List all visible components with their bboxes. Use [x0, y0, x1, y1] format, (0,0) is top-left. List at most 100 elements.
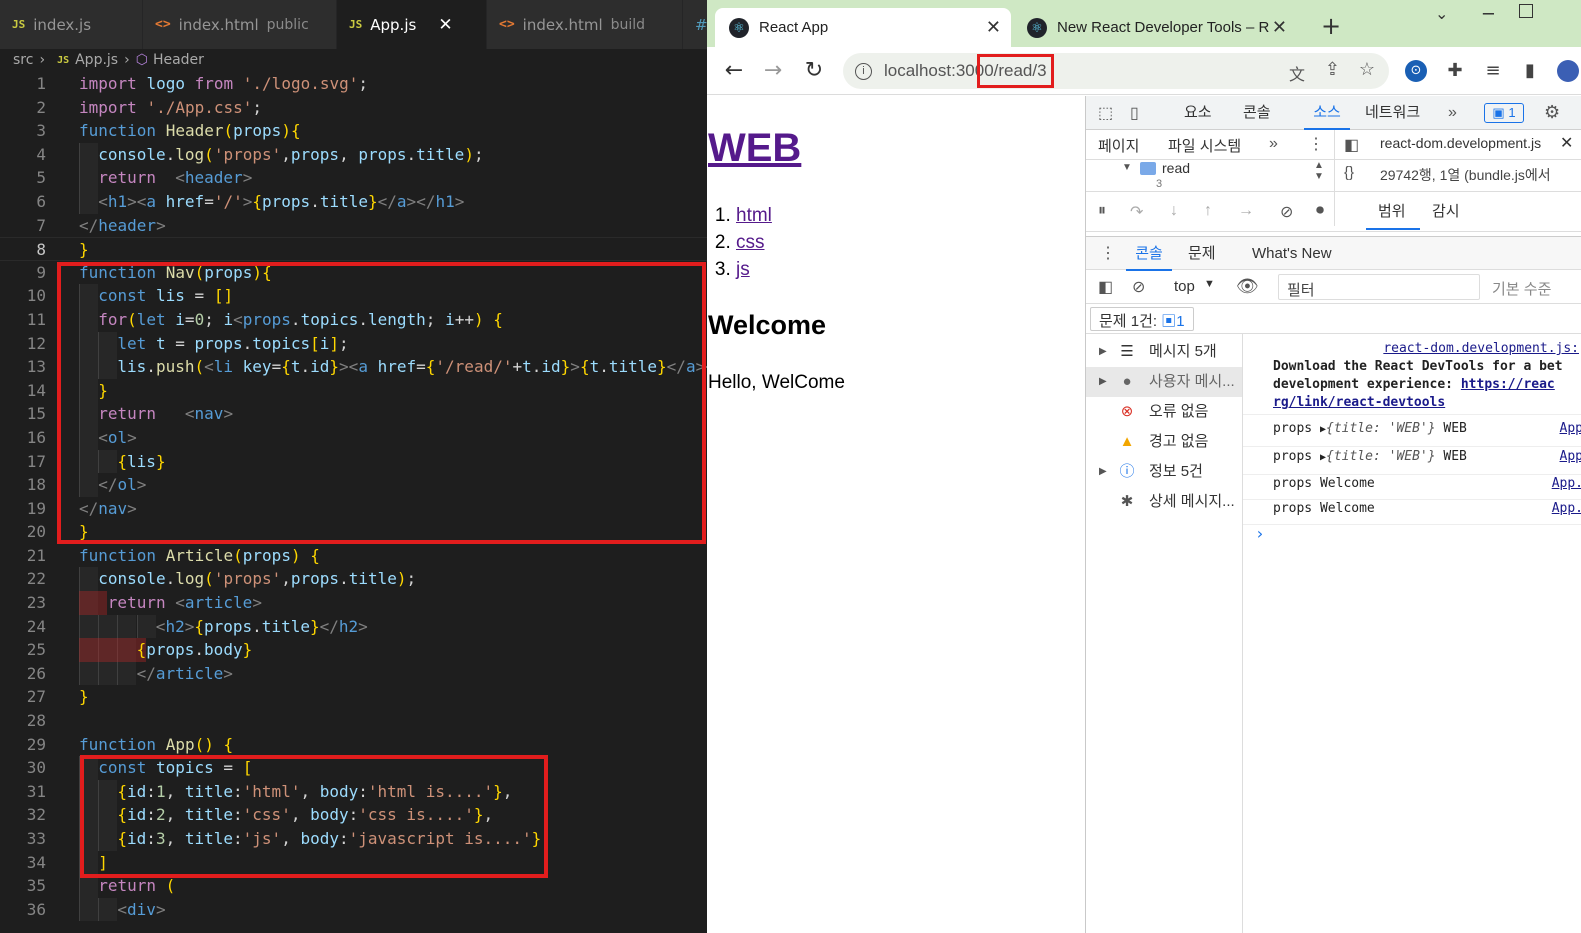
drawer-tab-whats-new[interactable]: What's New	[1252, 237, 1332, 271]
browser-tab-devtools[interactable]: ⚛ New React Developer Tools – R ✕	[1013, 8, 1297, 47]
tab-network[interactable]: 네트워크	[1365, 96, 1420, 130]
tab-css[interactable]: #	[683, 0, 707, 49]
context-select[interactable]: top	[1174, 278, 1195, 295]
open-file-tab[interactable]: react-dom.development.js	[1380, 135, 1541, 151]
sidebar-item-info[interactable]: ▶ ⓘ 정보 5건	[1086, 457, 1242, 487]
log-levels-select[interactable]: 기본 수준	[1492, 278, 1551, 299]
tab-watch[interactable]: 감시	[1432, 200, 1460, 221]
issues-badge[interactable]: ▣ 1	[1484, 103, 1524, 123]
more-nav-icon[interactable]: »	[1269, 135, 1278, 153]
bookmark-star-icon[interactable]: ☆	[1359, 59, 1375, 80]
close-file-icon[interactable]: ✕	[1560, 133, 1573, 153]
toggle-navigator-icon[interactable]: ◧	[1344, 135, 1359, 155]
address-bar[interactable]: i localhost:300 0/read/3 文 ⇪ ☆	[843, 53, 1389, 89]
tab-page[interactable]: 페이지	[1098, 135, 1139, 156]
drawer-menu-icon[interactable]: ⋮	[1100, 243, 1116, 263]
settings-gear-icon[interactable]: ⚙	[1544, 102, 1560, 123]
close-tab-icon[interactable]: ✕	[1272, 17, 1287, 38]
step-over-icon[interactable]: ↷	[1130, 202, 1143, 222]
filter-input[interactable]: 필터	[1278, 274, 1480, 300]
topic-link-css[interactable]: css	[736, 232, 765, 253]
sidebar-toggle-icon[interactable]: ◧	[1098, 277, 1113, 297]
line-number: 32	[26, 805, 46, 825]
log-source[interactable]: App	[1560, 449, 1581, 464]
log-object[interactable]: {title: 'WEB'}	[1326, 421, 1436, 436]
breadcrumb-folder[interactable]: src	[13, 52, 33, 68]
topic-link-js[interactable]: js	[736, 259, 750, 280]
share-icon[interactable]: ⇪	[1325, 59, 1340, 80]
drawer-tab-console[interactable]: 콘솔	[1126, 237, 1172, 271]
sidebar-item-warnings[interactable]: ▲ 경고 없음	[1086, 427, 1242, 457]
tab-index-html-public[interactable]: <> index.html public	[143, 0, 337, 49]
tree-folder-read[interactable]: read	[1162, 160, 1190, 176]
devtools-link[interactable]: https://reac	[1461, 377, 1555, 392]
tab-app-js[interactable]: JS App.js ✕	[337, 0, 487, 49]
maximize-icon[interactable]	[1519, 4, 1533, 18]
pause-on-exceptions-icon[interactable]: ⏺	[1316, 202, 1324, 220]
close-tab-icon[interactable]: ✕	[986, 17, 1001, 38]
topic-link-html[interactable]: html	[736, 205, 772, 226]
info-icon[interactable]: i	[855, 62, 872, 80]
sidebar-item-messages[interactable]: ▶ ☰ 메시지 5개	[1086, 337, 1242, 367]
issues-button[interactable]: 문제 1건: ▣1	[1090, 307, 1194, 331]
deactivate-breakpoints-icon[interactable]: ⊘	[1280, 202, 1293, 222]
code-area[interactable]: 1 import logo from './logo.svg'; 2 import '…	[0, 72, 707, 922]
tab-elements[interactable]: 요소	[1184, 96, 1212, 130]
sidebar-item-user-messages[interactable]: ▶ ● 사용자 메시...	[1086, 367, 1242, 397]
extension-icon[interactable]: ⊙	[1405, 60, 1427, 82]
profile-avatar[interactable]	[1557, 60, 1579, 82]
pretty-print-icon[interactable]: {}	[1344, 164, 1354, 181]
user-icon: ●	[1122, 373, 1132, 390]
step-into-icon[interactable]: ↓	[1170, 202, 1178, 220]
sidebar-item-errors[interactable]: ⊗ 오류 없음	[1086, 397, 1242, 427]
code-line: 5 return <header>	[0, 166, 707, 190]
drawer-tab-issues[interactable]: 문제	[1188, 237, 1216, 271]
more-tabs-icon[interactable]: »	[1448, 104, 1457, 122]
browser-tab-react-app[interactable]: ⚛ React App ✕	[715, 8, 1011, 47]
tab-index-js[interactable]: JS index.js	[0, 0, 143, 49]
eye-icon[interactable]: 👁	[1236, 276, 1259, 297]
tab-scope[interactable]: 범위	[1378, 200, 1406, 221]
log-object[interactable]: {title: 'WEB'}	[1326, 449, 1436, 464]
translate-icon[interactable]: 文	[1289, 61, 1305, 85]
reading-list-icon[interactable]: ≡	[1482, 60, 1504, 82]
info-icon: ⓘ	[1119, 463, 1135, 480]
reload-button[interactable]: ↻	[798, 55, 830, 87]
tab-index-html-build[interactable]: <> index.html build	[487, 0, 683, 49]
log-source[interactable]: App.	[1552, 476, 1581, 491]
step-icon[interactable]: →	[1238, 202, 1254, 220]
device-toggle-icon[interactable]: ▯	[1130, 103, 1139, 123]
tab-filesystem[interactable]: 파일 시스템	[1168, 135, 1241, 156]
inspect-icon[interactable]: ⬚	[1098, 103, 1113, 123]
clear-console-icon[interactable]: ⊘	[1132, 277, 1145, 297]
breadcrumb-symbol[interactable]: Header	[153, 52, 204, 68]
code-line: 34]	[0, 850, 707, 875]
console-message-devtools-2: development experience: https://reac	[1243, 377, 1581, 392]
tree-file-3[interactable]: 3	[1156, 178, 1162, 190]
scroll-up-icon[interactable]: ▲ ▼	[1314, 160, 1324, 182]
tab-sources[interactable]: 소스	[1304, 96, 1350, 130]
tab-search-chevron-icon[interactable]: ⌄	[1435, 4, 1448, 23]
kebab-menu-icon[interactable]: ⋮	[1308, 134, 1324, 154]
step-out-icon[interactable]: ↑	[1204, 202, 1212, 220]
sidebar-item-verbose[interactable]: ✱ 상세 메시지...	[1086, 487, 1242, 517]
log-source[interactable]: App.	[1552, 501, 1581, 516]
breadcrumb-file[interactable]: App.js	[75, 52, 118, 68]
close-icon[interactable]: ✕	[438, 15, 452, 35]
back-button[interactable]: ←	[718, 55, 750, 87]
tab-console[interactable]: 콘솔	[1243, 96, 1271, 130]
side-panel-icon[interactable]: ▮	[1519, 60, 1541, 82]
source-link[interactable]: react-dom.development.js:	[1383, 341, 1579, 356]
pause-icon[interactable]: ⏸	[1098, 202, 1106, 220]
console-message-source: react-dom.development.js:	[1243, 341, 1581, 357]
extensions-puzzle-icon[interactable]: ✚	[1444, 60, 1466, 82]
expand-triangle-icon[interactable]: ▼	[1122, 162, 1132, 173]
devtools-link-2[interactable]: rg/link/react-devtools	[1273, 395, 1445, 410]
minimize-icon[interactable]: ─	[1483, 4, 1494, 25]
line-number: 31	[26, 781, 46, 801]
forward-button[interactable]: →	[757, 55, 789, 87]
console-prompt[interactable]: ›	[1243, 524, 1581, 543]
log-source[interactable]: App	[1560, 421, 1581, 436]
new-tab-button[interactable]: +	[1321, 12, 1341, 40]
heading-link[interactable]: WEB	[708, 126, 801, 170]
